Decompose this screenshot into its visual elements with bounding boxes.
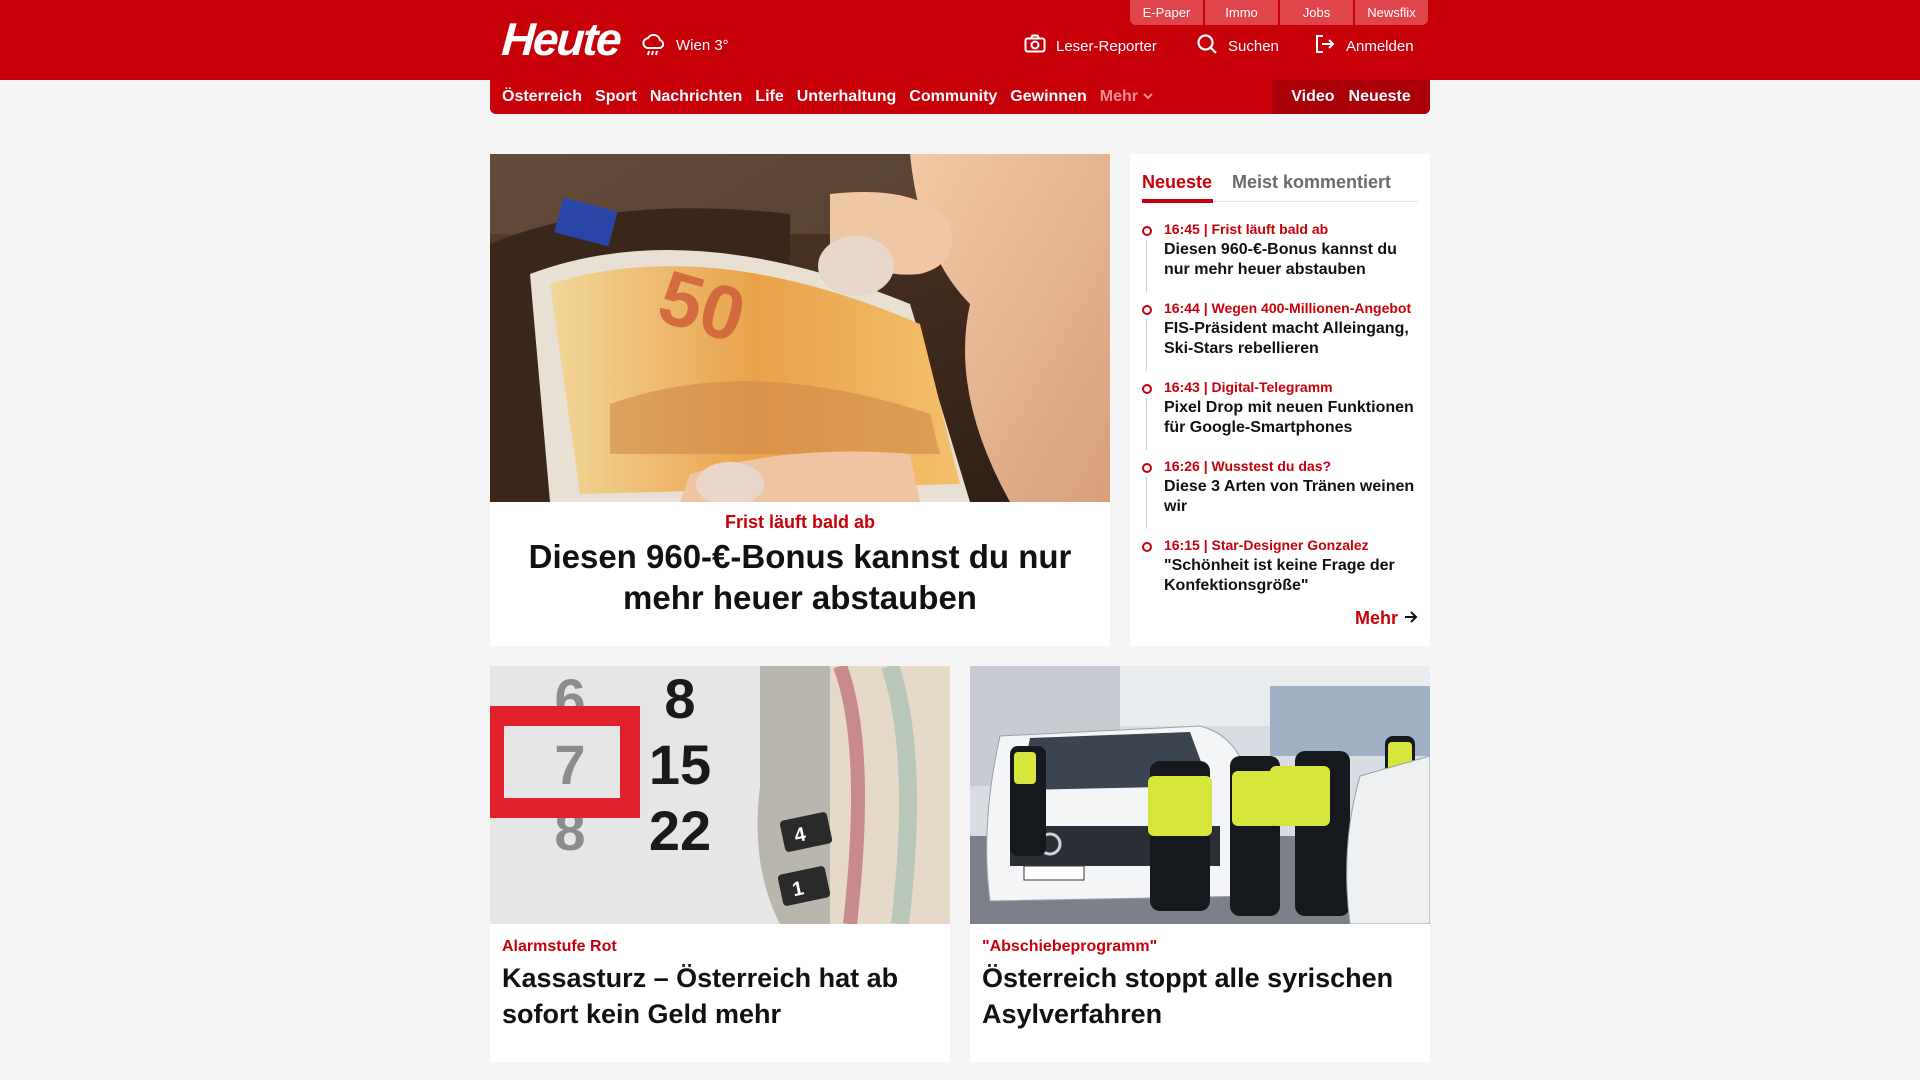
calendar-day-number: 22 — [649, 799, 711, 862]
hero-article[interactable]: 50 Frist läuft bald ab Diesen 960-€-Bonu… — [490, 154, 1110, 646]
service-link-newsflix[interactable]: Newsflix — [1355, 0, 1428, 25]
card-image-police-van — [970, 666, 1430, 924]
rain-cloud-icon — [640, 32, 666, 58]
calendar-day-number: 8 — [664, 667, 695, 730]
sidebar-more-label: Mehr — [1354, 608, 1398, 628]
nav-item-oesterreich[interactable]: Österreich — [502, 88, 582, 106]
nav-item-community[interactable]: Community — [909, 88, 997, 106]
leser-reporter-label: Leser-Reporter — [1056, 37, 1157, 55]
timeline-dot-icon — [1142, 542, 1152, 552]
timeline-meta: 16:15 | Star-Designer Gonzalez — [1164, 537, 1369, 553]
search-icon — [1196, 33, 1218, 59]
card-image-calendar-money: 689715168222 4 1 — [490, 666, 950, 924]
top-header: Heute Wien 3° E-Paper Immo Jobs Newsflix… — [0, 0, 1920, 80]
timeline-line — [1146, 477, 1147, 529]
tab-neueste[interactable]: Neueste — [1142, 172, 1212, 193]
nav-latest-link[interactable]: Neueste — [1349, 88, 1411, 106]
nav-item-sport[interactable]: Sport — [595, 88, 637, 106]
article-card[interactable]: "Abschiebeprogramm" Österreich stoppt al… — [970, 666, 1430, 1062]
login-label: Anmelden — [1346, 37, 1414, 55]
timeline-title[interactable]: Diese 3 Arten von Tränen weinen wir — [1164, 477, 1422, 517]
card-kicker: "Abschiebeprogramm" — [982, 938, 1158, 955]
timeline-title[interactable]: FIS-Präsident macht Alleingang, Ski-Star… — [1164, 319, 1422, 359]
weather-widget[interactable]: Wien 3° — [640, 30, 729, 60]
leser-reporter-button[interactable]: Leser-Reporter — [1024, 34, 1157, 58]
timeline-meta: 16:26 | Wusstest du das? — [1164, 458, 1332, 474]
nav-right-block: Video Neueste — [1272, 80, 1430, 114]
timeline-item[interactable]: 16:15 | Star-Designer Gonzalez "Schönhei… — [1142, 536, 1422, 615]
search-button[interactable]: Suchen — [1196, 34, 1279, 58]
service-link-immo[interactable]: Immo — [1205, 0, 1278, 25]
hero-title[interactable]: Diesen 960-€-Bonus kannst du nur mehr he… — [520, 536, 1080, 618]
camera-icon — [1024, 34, 1046, 58]
active-tab-indicator — [1142, 199, 1213, 203]
card-title[interactable]: Kassasturz – Österreich hat ab sofort ke… — [502, 960, 932, 1032]
calendar-day-number: 7 — [554, 733, 585, 796]
tab-meist-kommentiert[interactable]: Meist kommentiert — [1232, 172, 1391, 193]
nav-more-label: Mehr — [1099, 88, 1138, 105]
timeline-dot-icon — [1142, 384, 1152, 394]
timeline-line — [1146, 398, 1147, 450]
login-icon — [1314, 33, 1336, 59]
arrow-right-icon — [1404, 608, 1418, 629]
nav-item-life[interactable]: Life — [755, 88, 783, 106]
timeline-line — [1146, 319, 1147, 371]
service-link-epaper[interactable]: E-Paper — [1130, 0, 1203, 25]
weather-text: Wien 3° — [676, 36, 729, 54]
article-card[interactable]: 689715168222 4 1 Alarmstufe Rot Kassastu… — [490, 666, 950, 1062]
timeline-title[interactable]: Diesen 960-€-Bonus kannst du nur mehr he… — [1164, 240, 1422, 280]
latest-news-sidebar: Neueste Meist kommentiert 16:45 | Frist … — [1130, 154, 1430, 646]
login-button[interactable]: Anmelden — [1314, 34, 1414, 58]
nav-item-gewinnen[interactable]: Gewinnen — [1010, 88, 1086, 106]
nav-video-link[interactable]: Video — [1291, 88, 1334, 106]
timeline-meta: 16:44 | Wegen 400-Millionen-Angebot — [1164, 300, 1412, 316]
nav-item-nachrichten[interactable]: Nachrichten — [650, 88, 742, 106]
news-timeline: 16:45 | Frist läuft bald ab Diesen 960-€… — [1142, 220, 1422, 615]
main-navigation: Österreich Sport Nachrichten Life Unterh… — [490, 80, 1430, 114]
sidebar-tabs: Neueste Meist kommentiert — [1142, 164, 1418, 203]
timeline-meta: 16:43 | Digital-Telegramm — [1164, 379, 1333, 395]
sidebar-more-link[interactable]: Mehr — [1355, 608, 1418, 629]
timeline-dot-icon — [1142, 305, 1152, 315]
timeline-title[interactable]: "Schönheit ist keine Frage der Konfektio… — [1164, 556, 1422, 596]
card-title[interactable]: Österreich stoppt alle syrischen Asylver… — [982, 960, 1412, 1032]
timeline-dot-icon — [1142, 226, 1152, 236]
nav-item-unterhaltung[interactable]: Unterhaltung — [797, 88, 897, 106]
nav-more-dropdown[interactable]: Mehr — [1100, 88, 1154, 106]
service-links: E-Paper Immo Jobs Newsflix — [1130, 0, 1428, 25]
service-link-jobs[interactable]: Jobs — [1280, 0, 1353, 25]
card-kicker: Alarmstufe Rot — [502, 938, 617, 955]
timeline-dot-icon — [1142, 463, 1152, 473]
timeline-item[interactable]: 16:44 | Wegen 400-Millionen-Angebot FIS-… — [1142, 299, 1422, 378]
hero-image-wallet-euro: 50 — [490, 154, 1110, 502]
timeline-line — [1146, 240, 1147, 292]
hero-kicker: Frist läuft bald ab — [724, 512, 875, 532]
search-label: Suchen — [1228, 37, 1279, 55]
timeline-item[interactable]: 16:26 | Wusstest du das? Diese 3 Arten v… — [1142, 457, 1422, 536]
timeline-item[interactable]: 16:43 | Digital-Telegramm Pixel Drop mit… — [1142, 378, 1422, 457]
timeline-meta: 16:45 | Frist läuft bald ab — [1164, 221, 1329, 237]
site-logo[interactable]: Heute — [500, 12, 622, 66]
timeline-item[interactable]: 16:45 | Frist läuft bald ab Diesen 960-€… — [1142, 220, 1422, 299]
calendar-day-number: 15 — [649, 733, 711, 796]
chevron-down-icon — [1142, 88, 1154, 106]
timeline-title[interactable]: Pixel Drop mit neuen Funktionen für Goog… — [1164, 398, 1422, 438]
